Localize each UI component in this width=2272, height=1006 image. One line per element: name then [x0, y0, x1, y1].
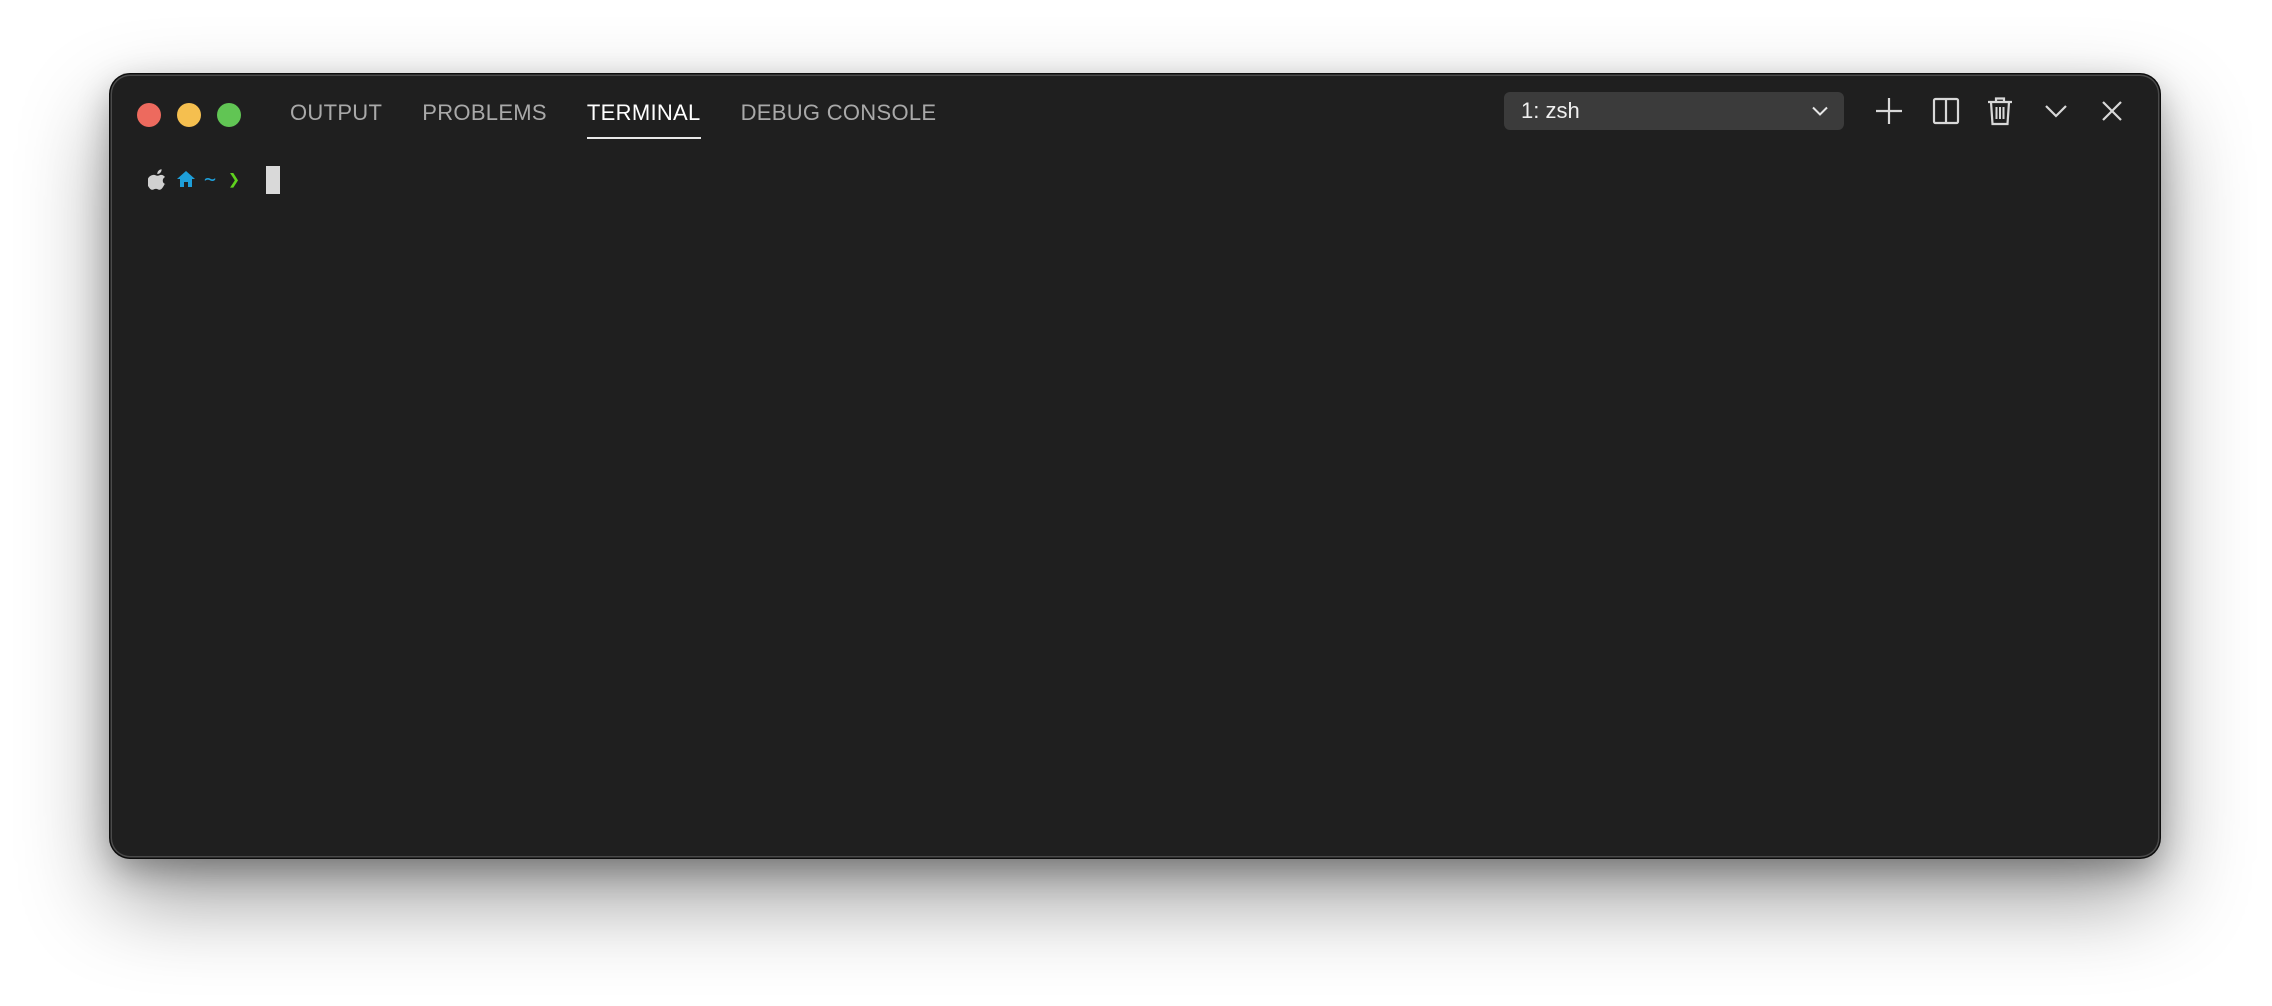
terminal-selector-value: 1: zsh	[1521, 98, 1580, 123]
plus-icon	[1876, 98, 1902, 124]
close-icon	[2102, 101, 2122, 121]
terminal-cursor	[266, 166, 280, 194]
split-icon	[1932, 97, 1960, 125]
maximize-window-button[interactable]	[217, 103, 241, 127]
maximize-panel-button[interactable]	[2039, 94, 2073, 128]
terminal-content[interactable]	[112, 152, 2158, 856]
kill-terminal-button[interactable]	[1983, 94, 2017, 128]
tab-output[interactable]: OUTPUT	[290, 76, 382, 152]
shell-prompt: ~ ❯	[148, 164, 240, 194]
tab-problems[interactable]: PROBLEMS	[422, 76, 547, 152]
prompt-arrow: ❯	[228, 167, 241, 191]
trash-icon	[1988, 97, 2012, 126]
split-terminal-button[interactable]	[1929, 94, 1963, 128]
close-window-button[interactable]	[137, 103, 161, 127]
chevron-down-icon	[1812, 106, 1828, 116]
chevron-down-icon	[2045, 105, 2067, 118]
terminal-window: OUTPUT PROBLEMS TERMINAL DEBUG CONSOLE 1…	[112, 76, 2158, 856]
home-icon	[177, 171, 195, 187]
panel-titlebar: OUTPUT PROBLEMS TERMINAL DEBUG CONSOLE 1…	[112, 76, 2158, 152]
tab-debug-console[interactable]: DEBUG CONSOLE	[741, 76, 937, 152]
tab-terminal[interactable]: TERMINAL	[586, 76, 701, 152]
new-terminal-button[interactable]	[1872, 94, 1906, 128]
current-directory: ~	[204, 167, 217, 191]
minimize-window-button[interactable]	[177, 103, 201, 127]
close-panel-button[interactable]	[2095, 94, 2129, 128]
panel-tabs: OUTPUT PROBLEMS TERMINAL DEBUG CONSOLE	[290, 76, 976, 152]
terminal-selector[interactable]: 1: zsh	[1504, 92, 1844, 130]
apple-icon	[148, 169, 166, 190]
